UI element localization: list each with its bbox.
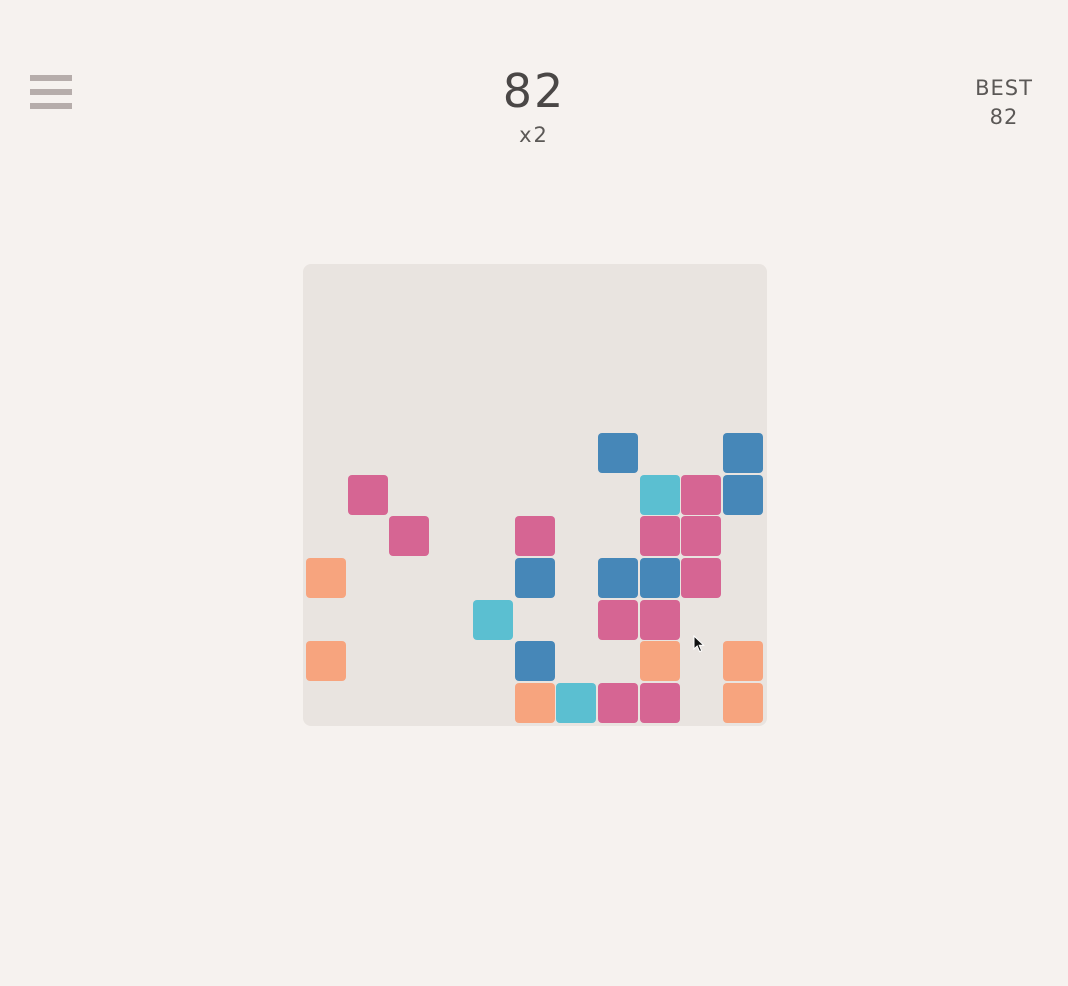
tile-orange[interactable]: [515, 683, 555, 723]
tile-blue[interactable]: [515, 558, 555, 598]
game-board[interactable]: [303, 264, 767, 726]
best-score-value: 82: [989, 105, 1019, 129]
tile-pink[interactable]: [348, 475, 388, 515]
tile-pink[interactable]: [681, 475, 721, 515]
tile-cyan[interactable]: [473, 600, 513, 640]
tile-blue[interactable]: [598, 433, 638, 473]
tile-orange[interactable]: [723, 641, 763, 681]
tile-blue[interactable]: [640, 558, 680, 598]
tile-blue[interactable]: [598, 558, 638, 598]
menu-button[interactable]: [28, 72, 74, 114]
score-display: 82 x2: [384, 60, 684, 148]
tile-pink[interactable]: [640, 516, 680, 556]
tile-cyan[interactable]: [640, 475, 680, 515]
tile-blue[interactable]: [723, 475, 763, 515]
tile-pink[interactable]: [389, 516, 429, 556]
current-score: 82: [502, 64, 566, 118]
best-score-display: BEST 82: [954, 74, 1054, 132]
tile-pink[interactable]: [681, 516, 721, 556]
tile-orange[interactable]: [723, 683, 763, 723]
tile-cyan[interactable]: [556, 683, 596, 723]
tile-blue[interactable]: [723, 433, 763, 473]
tile-pink[interactable]: [598, 683, 638, 723]
tile-orange[interactable]: [306, 641, 346, 681]
tile-pink[interactable]: [640, 600, 680, 640]
mouse-cursor-icon: [693, 635, 705, 653]
tile-orange[interactable]: [306, 558, 346, 598]
tile-pink[interactable]: [681, 558, 721, 598]
tile-pink[interactable]: [640, 683, 680, 723]
tile-pink[interactable]: [598, 600, 638, 640]
tile-pink[interactable]: [515, 516, 555, 556]
tile-orange[interactable]: [640, 641, 680, 681]
tile-blue[interactable]: [515, 641, 555, 681]
score-multiplier: x2: [519, 123, 549, 147]
best-score-label: BEST: [975, 76, 1033, 100]
